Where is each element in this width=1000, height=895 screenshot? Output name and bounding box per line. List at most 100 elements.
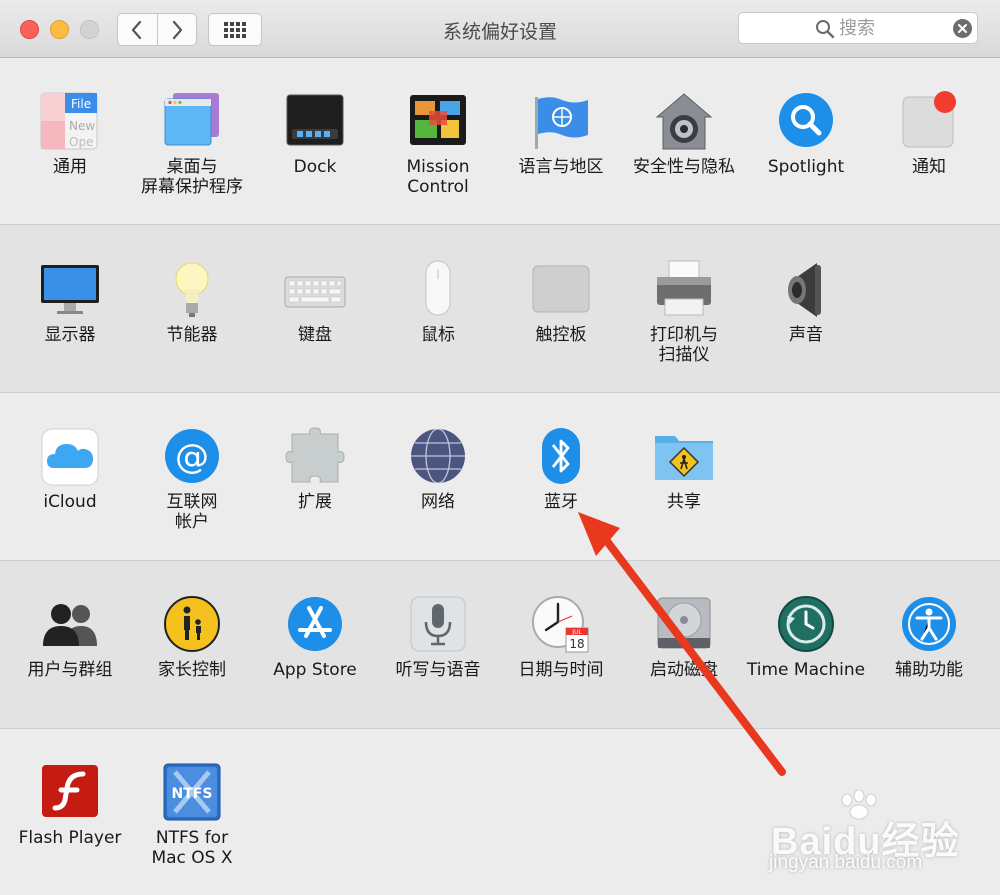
pane-sharing[interactable]: 共享 [623,426,745,512]
pane-language-region[interactable]: 语言与地区 [500,91,622,177]
pane-label: 桌面与 [166,157,218,177]
search-input[interactable] [839,18,949,38]
chevron-right-icon [172,20,182,39]
users-icon [39,594,101,656]
pane-dock[interactable]: Dock [254,91,376,177]
clock-icon: JUL 18 [530,594,592,656]
pane-label: NTFS for [155,828,229,848]
pane-label: iCloud [43,492,97,512]
pane-label: 网络 [421,492,455,512]
pane-mission-control[interactable]: Mission Control [377,91,499,197]
pane-mouse[interactable]: 鼠标 [377,259,499,345]
pane-startup-disk[interactable]: 启动磁盘 [623,594,745,680]
watermark-url: jingyan.baidu.com [769,852,923,873]
pane-label: 鼠标 [421,325,455,345]
svg-text:New: New [69,119,95,133]
cloud-icon [39,426,101,488]
search-field[interactable] [738,12,978,44]
svg-text:@: @ [175,437,209,477]
pane-label: 声音 [789,325,823,345]
pane-parental-controls[interactable]: 家长控制 [131,594,253,680]
pane-date-time[interactable]: JUL 18 日期与时间 [500,594,622,680]
pane-network[interactable]: 网络 [377,426,499,512]
pane-label: Mac OS X [151,848,233,868]
pane-label: 触控板 [535,325,587,345]
accessibility-icon [898,594,960,656]
close-button[interactable] [20,20,39,39]
trackpad-icon [530,259,592,321]
pane-app-store[interactable]: App Store [254,594,376,680]
pane-desktop-screensaver[interactable]: 桌面与 屏幕保护程序 [131,91,253,197]
pane-label: Flash Player [18,828,122,848]
svg-text:JUL: JUL [571,629,582,636]
sharing-folder-icon [653,426,715,488]
pane-label: 听写与语音 [395,660,481,680]
pane-label: 打印机与 [650,325,718,345]
pane-accessibility[interactable]: 辅助功能 [868,594,990,680]
watermark: Baidu经验 jingyan.baidu.com [765,790,985,880]
pane-label: 扫描仪 [658,345,710,365]
time-machine-icon [775,594,837,656]
title-bar: 系统偏好设置 [0,0,1000,58]
printer-icon [653,259,715,321]
pane-label: 键盘 [298,325,332,345]
forward-button[interactable] [156,14,197,45]
desktop-icon [161,91,223,153]
mission-control-icon [407,91,469,153]
pane-internet-accounts[interactable]: @ 互联网 帐户 [131,426,253,532]
svg-text:File: File [71,97,91,111]
pane-bluetooth[interactable]: 蓝牙 [500,426,622,512]
pane-flash-player[interactable]: Flash Player [9,762,131,848]
pane-label: Mission [406,157,470,177]
pane-label: Control [407,177,469,197]
pane-displays[interactable]: 显示器 [9,259,131,345]
pane-label: 家长控制 [158,660,226,680]
pane-label: 屏幕保护程序 [141,177,243,197]
pane-printers-scanners[interactable]: 打印机与 扫描仪 [623,259,745,365]
pane-label: 互联网 [166,492,218,512]
speaker-icon [775,259,837,321]
pane-sound[interactable]: 声音 [745,259,867,345]
pane-icloud[interactable]: iCloud [9,426,131,512]
pane-label: 蓝牙 [544,492,578,512]
dock-icon [284,91,346,153]
flag-icon [530,91,592,153]
minimize-button[interactable] [50,20,69,39]
disk-icon [653,594,715,656]
svg-text:Ope: Ope [69,135,93,149]
pane-label: 扩展 [298,492,332,512]
pane-label: 显示器 [44,325,96,345]
pane-general[interactable]: File New Ope 通用 [9,91,131,177]
microphone-icon [407,594,469,656]
parental-icon [161,594,223,656]
pane-label: 帐户 [175,512,209,532]
pane-notifications[interactable]: 通知 [868,91,990,177]
search-icon [816,20,835,39]
svg-text:18: 18 [569,637,584,651]
pane-label: 节能器 [166,325,218,345]
pane-dictation-speech[interactable]: 听写与语音 [377,594,499,680]
pane-label: 通知 [912,157,946,177]
pane-users-groups[interactable]: 用户与群组 [9,594,131,680]
bulb-icon [161,259,223,321]
flash-icon [39,762,101,824]
chevron-left-icon [132,20,142,39]
pane-label: 语言与地区 [518,157,604,177]
puzzle-icon [284,426,346,488]
pane-energy-saver[interactable]: 节能器 [131,259,253,345]
pane-time-machine[interactable]: Time Machine [745,594,867,680]
pane-spotlight[interactable]: Spotlight [745,91,867,177]
back-button[interactable] [118,14,157,45]
pane-ntfs-for-mac[interactable]: NTFS NTFS for Mac OS X [131,762,253,868]
svg-text:NTFS: NTFS [172,786,213,802]
clear-search-button[interactable] [953,19,972,38]
pane-keyboard[interactable]: 键盘 [254,259,376,345]
pane-label: 用户与群组 [27,660,113,680]
show-all-button[interactable] [208,13,262,46]
pane-extensions[interactable]: 扩展 [254,426,376,512]
pane-trackpad[interactable]: 触控板 [500,259,622,345]
zoom-button[interactable] [80,20,99,39]
close-icon [958,24,967,33]
pane-label: 共享 [667,492,701,512]
pane-security-privacy[interactable]: 安全性与隐私 [623,91,745,177]
